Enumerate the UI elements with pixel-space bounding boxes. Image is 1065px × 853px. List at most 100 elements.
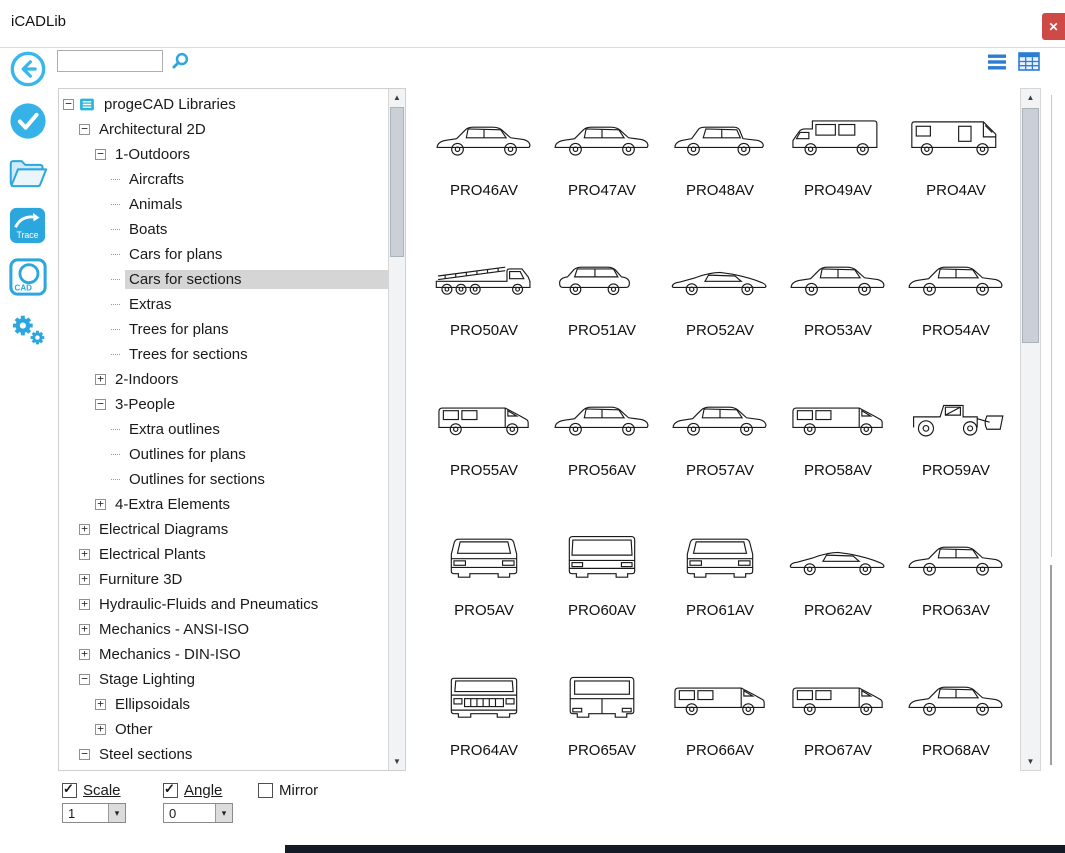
- block-thumb-pro65av[interactable]: PRO65AV: [543, 654, 661, 771]
- block-thumb-pro63av[interactable]: PRO63AV: [897, 514, 1015, 654]
- tree-item-cars-for-sections[interactable]: Cars for sections: [59, 267, 388, 292]
- tree-item-outlines-for-sections[interactable]: Outlines for sections: [59, 467, 388, 492]
- dropdown-arrow-icon[interactable]: ▾: [215, 804, 232, 822]
- block-thumb-pro67av[interactable]: PRO67AV: [779, 654, 897, 771]
- tree-item-extra-outlines[interactable]: Extra outlines: [59, 417, 388, 442]
- list-view-button[interactable]: [987, 53, 1007, 71]
- tree-item-other[interactable]: + Other: [59, 717, 388, 742]
- tree-item-animals[interactable]: Animals: [59, 192, 388, 217]
- tree-item-ellipsoidals[interactable]: + Ellipsoidals: [59, 692, 388, 717]
- tree-scrollbar-thumb[interactable]: [390, 107, 404, 257]
- tree-item-progecad-libraries[interactable]: − progeCAD Libraries: [59, 92, 388, 117]
- block-thumb-pro58av[interactable]: PRO58AV: [779, 374, 897, 514]
- tree-item-steel-sections[interactable]: − Steel sections: [59, 742, 388, 767]
- sedan-drawing-icon: [903, 516, 1009, 596]
- expand-icon[interactable]: +: [79, 598, 90, 610]
- tree-item-4-extra-elements[interactable]: +4-Extra Elements: [59, 492, 388, 517]
- block-thumb-pro61av[interactable]: PRO61AV: [661, 514, 779, 654]
- tree-item-cars-for-plans[interactable]: Cars for plans: [59, 242, 388, 267]
- confirm-button[interactable]: [8, 102, 48, 140]
- scroll-up-button[interactable]: ▲: [389, 89, 405, 106]
- collapse-icon[interactable]: −: [63, 98, 74, 110]
- block-thumb-pro66av[interactable]: PRO66AV: [661, 654, 779, 771]
- expand-icon[interactable]: +: [79, 648, 90, 660]
- block-thumb-pro46av[interactable]: PRO46AV: [425, 94, 543, 234]
- tree-item-trees-for-sections[interactable]: Trees for sections: [59, 342, 388, 367]
- scale-combobox[interactable]: 1 ▾: [62, 803, 126, 823]
- tree-item-electrical-diagrams[interactable]: + Electrical Diagrams: [59, 517, 388, 542]
- block-thumb-pro49av[interactable]: PRO49AV: [779, 94, 897, 234]
- block-thumb-pro51av[interactable]: PRO51AV: [543, 234, 661, 374]
- back-button[interactable]: [8, 50, 48, 88]
- block-thumb-pro57av[interactable]: PRO57AV: [661, 374, 779, 514]
- progecad-button[interactable]: CAD: [8, 258, 48, 296]
- grid-scrollbar-thumb[interactable]: [1022, 108, 1039, 343]
- expand-icon[interactable]: +: [79, 573, 90, 585]
- block-thumb-pro53av[interactable]: PRO53AV: [779, 234, 897, 374]
- dropdown-arrow-icon[interactable]: ▾: [108, 804, 125, 822]
- block-thumb-pro52av[interactable]: PRO52AV: [661, 234, 779, 374]
- tree-item-trees-for-plans[interactable]: Trees for plans: [59, 317, 388, 342]
- angle-checkbox[interactable]: [163, 781, 178, 798]
- block-thumb-pro48av[interactable]: PRO48AV: [661, 94, 779, 234]
- tree-item-1-outdoors[interactable]: −1-Outdoors: [59, 142, 388, 167]
- tree-item-label: Trees for sections: [129, 346, 248, 363]
- collapse-icon[interactable]: −: [79, 748, 90, 760]
- scale-checkbox[interactable]: [62, 781, 77, 798]
- tree-item-3-people[interactable]: −3-People: [59, 392, 388, 417]
- tree-item-mechanics-ansi-iso[interactable]: + Mechanics - ANSI-ISO: [59, 617, 388, 642]
- expand-icon[interactable]: +: [95, 698, 106, 710]
- block-thumb-pro4av[interactable]: PRO4AV: [897, 94, 1015, 234]
- tree-item-hydraulic-fluids-and-pneumatics[interactable]: + Hydraulic-Fluids and Pneumatics: [59, 592, 388, 617]
- scroll-up-button[interactable]: ▲: [1021, 89, 1040, 106]
- block-thumb-pro68av[interactable]: PRO68AV: [897, 654, 1015, 771]
- block-thumb-pro64av[interactable]: PRO64AV: [425, 654, 543, 771]
- expand-icon[interactable]: +: [95, 373, 106, 385]
- tree-item-outlines-for-plans[interactable]: Outlines for plans: [59, 442, 388, 467]
- mirror-checkbox[interactable]: [258, 783, 273, 798]
- block-thumb-pro59av[interactable]: PRO59AV: [897, 374, 1015, 514]
- collapse-icon[interactable]: −: [95, 148, 106, 160]
- angle-combobox[interactable]: 0 ▾: [163, 803, 233, 823]
- search-input[interactable]: [57, 50, 163, 72]
- close-button[interactable]: ✕: [1042, 13, 1065, 40]
- thumbnail-view-button[interactable]: [1018, 52, 1040, 71]
- block-thumb-pro47av[interactable]: PRO47AV: [543, 94, 661, 234]
- tree-item-boats[interactable]: Boats: [59, 217, 388, 242]
- scroll-down-button[interactable]: ▼: [1021, 753, 1040, 770]
- block-thumb-pro55av[interactable]: PRO55AV: [425, 374, 543, 514]
- tree-item-aircrafts[interactable]: Aircrafts: [59, 167, 388, 192]
- collapse-icon[interactable]: −: [79, 673, 90, 685]
- tree-item-mechanics-din-iso[interactable]: + Mechanics - DIN-ISO: [59, 642, 388, 667]
- tree-item-2-indoors[interactable]: +2-Indoors: [59, 367, 388, 392]
- block-thumb-pro62av[interactable]: PRO62AV: [779, 514, 897, 654]
- van-drawing-icon: [785, 656, 891, 736]
- expand-icon[interactable]: +: [95, 723, 106, 735]
- tree-scrollbar[interactable]: ▲ ▼: [388, 89, 405, 770]
- search-button[interactable]: [171, 51, 191, 71]
- collapse-icon[interactable]: −: [95, 398, 106, 410]
- expand-icon[interactable]: +: [79, 623, 90, 635]
- expand-icon[interactable]: +: [79, 548, 90, 560]
- grid-scrollbar[interactable]: ▲ ▼: [1020, 88, 1041, 771]
- scroll-down-button[interactable]: ▼: [389, 753, 405, 770]
- block-thumb-pro5av[interactable]: PRO5AV: [425, 514, 543, 654]
- tree-item-furniture-3d[interactable]: + Furniture 3D: [59, 567, 388, 592]
- tree-item-extras[interactable]: Extras: [59, 292, 388, 317]
- trace-button[interactable]: Trace: [8, 206, 48, 244]
- window-edge-scroll[interactable]: [1050, 565, 1052, 765]
- settings-button[interactable]: [8, 310, 48, 348]
- expand-icon[interactable]: +: [79, 523, 90, 535]
- tree-item-architectural-2d[interactable]: − Architectural 2D: [59, 117, 388, 142]
- tree-item-stage-lighting[interactable]: − Stage Lighting: [59, 667, 388, 692]
- expand-icon[interactable]: +: [95, 498, 106, 510]
- block-thumb-pro50av[interactable]: PRO50AV: [425, 234, 543, 374]
- tree-item-electrical-plants[interactable]: + Electrical Plants: [59, 542, 388, 567]
- block-thumb-pro54av[interactable]: PRO54AV: [897, 234, 1015, 374]
- block-thumb-pro56av[interactable]: PRO56AV: [543, 374, 661, 514]
- tree-item-steel-sections-en[interactable]: +Steel sections - EN: [59, 767, 388, 770]
- collapse-icon[interactable]: −: [79, 123, 90, 135]
- angle-option: Angle: [163, 781, 222, 799]
- open-library-button[interactable]: [8, 154, 48, 192]
- block-thumb-pro60av[interactable]: PRO60AV: [543, 514, 661, 654]
